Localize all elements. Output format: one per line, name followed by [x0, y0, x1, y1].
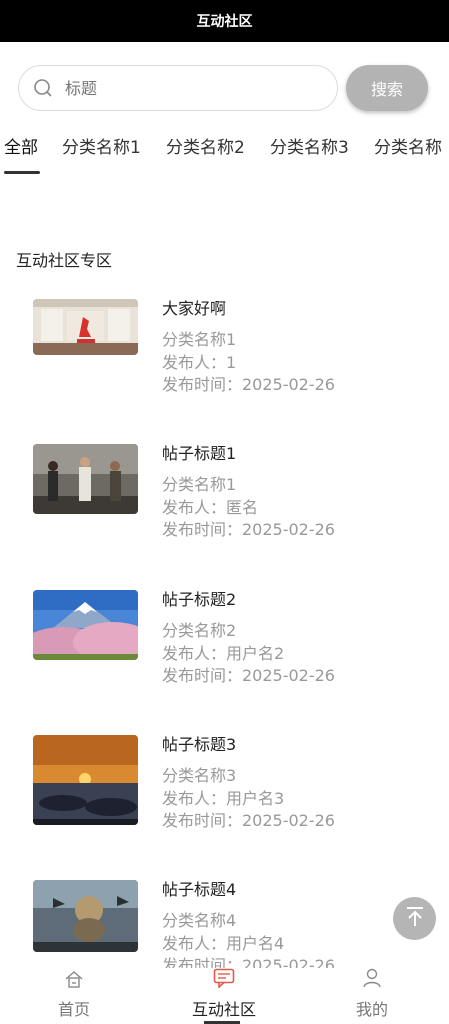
- search-button[interactable]: 搜索: [346, 65, 428, 111]
- post-title: 帖子标题1: [162, 444, 237, 463]
- category-tabs: 全部 分类名称1 分类名称2 分类名称3 分类名称: [0, 133, 449, 177]
- tab-category-1[interactable]: 分类名称1: [62, 133, 141, 158]
- post-time: 发布时间：2025-02-26: [162, 811, 335, 830]
- tab-category-4[interactable]: 分类名称: [374, 133, 442, 158]
- post-author: 发布人：用户名4: [162, 933, 285, 953]
- post-category: 分类名称4: [162, 911, 237, 930]
- post-item[interactable]: 帖子标题2 分类名称2 发布人：用户名2 发布时间：2025-02-26: [33, 590, 433, 700]
- search-input[interactable]: [65, 78, 285, 98]
- page-title: 互动社区: [196, 14, 253, 30]
- post-time: 发布时间：2025-02-26: [162, 520, 335, 539]
- post-category: 分类名称2: [162, 621, 237, 640]
- post-author: 发布人：匿名: [162, 497, 259, 517]
- home-icon: [64, 970, 84, 992]
- post-author: 发布人：用户名2: [162, 643, 285, 663]
- nav-home[interactable]: 首页: [24, 968, 124, 1020]
- tab-active-indicator: [4, 171, 40, 174]
- search-row: 搜索: [18, 65, 430, 111]
- post-title: 帖子标题4: [162, 880, 237, 899]
- nav-mine[interactable]: 我的: [322, 968, 422, 1020]
- post-item[interactable]: 大家好啊 分类名称1 发布人：1 发布时间：2025-02-26: [33, 299, 433, 409]
- post-thumbnail: [33, 880, 138, 952]
- tab-category-3[interactable]: 分类名称3: [270, 133, 349, 158]
- nav-community-label: 互动社区: [191, 1000, 256, 1019]
- user-icon: [362, 968, 382, 992]
- nav-community[interactable]: 互动社区: [174, 968, 274, 1020]
- back-to-top-button[interactable]: [393, 897, 436, 940]
- post-item[interactable]: 帖子标题3 分类名称3 发布人：用户名3 发布时间：2025-02-26: [33, 735, 433, 845]
- post-author: 发布人：1: [162, 352, 237, 372]
- post-category: 分类名称3: [162, 766, 237, 785]
- post-time: 发布时间：2025-02-26: [162, 666, 335, 685]
- bottom-nav: 首页 互动社区 我的: [0, 968, 449, 1024]
- post-author: 发布人：用户名3: [162, 788, 285, 808]
- post-time: 发布时间：2025-02-26: [162, 375, 335, 394]
- tab-all[interactable]: 全部: [4, 133, 38, 158]
- tab-category-2[interactable]: 分类名称2: [166, 133, 245, 158]
- search-box[interactable]: [18, 65, 338, 111]
- nav-home-label: 首页: [57, 1000, 90, 1019]
- post-thumbnail: [33, 590, 138, 660]
- post-thumbnail: [33, 444, 138, 514]
- section-title: 互动社区专区: [16, 251, 113, 270]
- arrow-up-icon: [405, 906, 425, 932]
- post-thumbnail: [33, 299, 138, 355]
- post-title: 帖子标题3: [162, 735, 237, 754]
- chat-icon: [213, 968, 235, 992]
- post-title: 大家好啊: [162, 299, 227, 318]
- nav-mine-label: 我的: [355, 1000, 388, 1019]
- header-bar: 互动社区: [0, 0, 449, 42]
- post-category: 分类名称1: [162, 475, 237, 494]
- post-item[interactable]: 帖子标题1 分类名称1 发布人：匿名 发布时间：2025-02-26: [33, 444, 433, 554]
- search-icon: [33, 78, 53, 98]
- post-title: 帖子标题2: [162, 590, 237, 609]
- post-category: 分类名称1: [162, 330, 237, 349]
- post-thumbnail: [33, 735, 138, 825]
